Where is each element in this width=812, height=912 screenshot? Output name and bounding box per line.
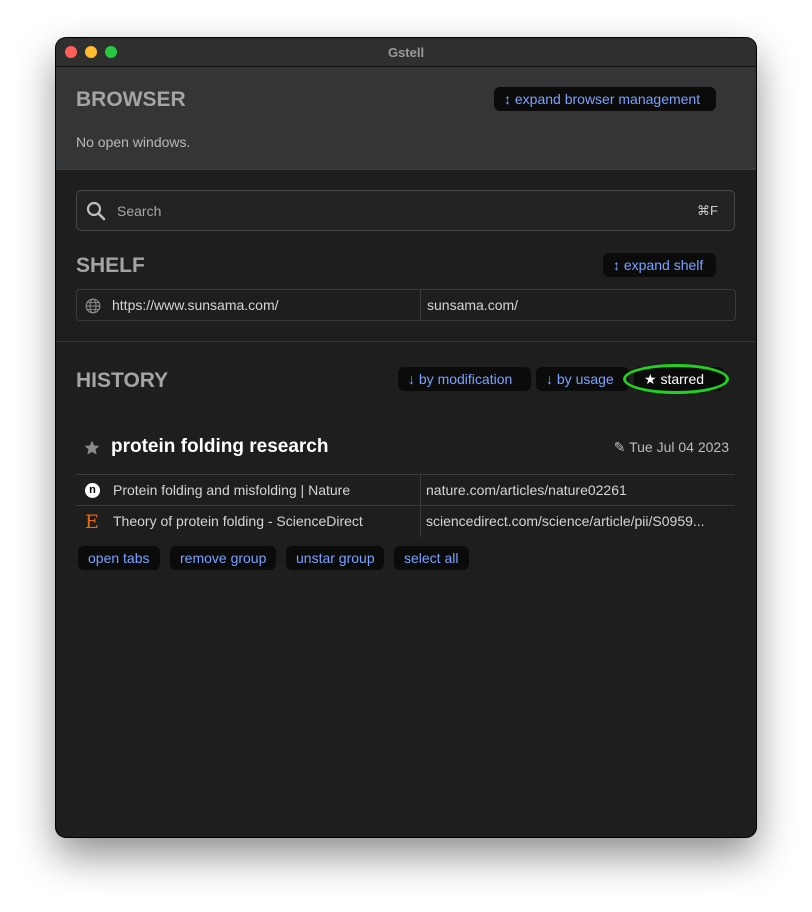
column-divider <box>420 506 421 537</box>
expand-browser-management-button[interactable]: ↕ expand browser management <box>494 87 716 111</box>
sort-by-usage-button[interactable]: ↓ by usage <box>536 367 629 391</box>
shelf-row[interactable]: https://www.sunsama.com/ sunsama.com/ <box>77 290 735 321</box>
search-icon <box>86 201 106 221</box>
search-shortcut: ⌘F <box>697 203 718 218</box>
tab-title: Protein folding and misfolding | Nature <box>113 482 351 498</box>
search-input[interactable] <box>115 202 679 220</box>
group-tabs-table: n Protein folding and misfolding | Natur… <box>76 474 735 537</box>
open-tabs-button[interactable]: open tabs <box>78 546 160 570</box>
browser-title: BROWSER <box>76 88 186 111</box>
sort-by-modification-button[interactable]: ↓ by modification <box>398 367 531 391</box>
elsevier-favicon: E <box>85 511 99 533</box>
tab-url: sciencedirect.com/science/article/pii/S0… <box>426 513 705 529</box>
remove-group-button[interactable]: remove group <box>170 546 276 570</box>
search-bar[interactable]: ⌘F <box>76 190 735 231</box>
window-title: Gstell <box>387 45 425 60</box>
shelf-table: https://www.sunsama.com/ sunsama.com/ <box>76 289 736 321</box>
tab-row[interactable]: E Theory of protein folding - ScienceDir… <box>76 506 735 537</box>
nature-favicon: n <box>85 483 100 498</box>
unstar-group-button[interactable]: unstar group <box>286 546 384 570</box>
starred-filter-button[interactable]: ★ starred <box>634 367 724 391</box>
browser-section: BROWSER ↕ expand browser management No o… <box>56 67 756 170</box>
star-icon[interactable] <box>83 439 101 457</box>
shelf-item-url: https://www.sunsama.com/ <box>112 297 279 313</box>
shelf-item-domain: sunsama.com/ <box>427 297 519 313</box>
title-bar: Gstell <box>56 38 756 67</box>
app-window: Gstell BROWSER ↕ expand browser manageme… <box>56 38 756 837</box>
history-title: HISTORY <box>76 369 169 392</box>
tab-title: Theory of protein folding - ScienceDirec… <box>113 513 363 529</box>
column-divider <box>420 475 421 505</box>
group-modified-date: ✎ Tue Jul 04 2023 <box>613 439 729 455</box>
no-open-windows-text: No open windows. <box>76 134 191 150</box>
expand-shelf-button[interactable]: ↕ expand shelf <box>603 253 716 277</box>
section-divider <box>56 341 756 342</box>
tab-row[interactable]: n Protein folding and misfolding | Natur… <box>76 475 735 506</box>
column-divider <box>420 290 421 321</box>
group-title[interactable]: protein folding research <box>111 436 328 458</box>
tab-url: nature.com/articles/nature02261 <box>426 482 627 498</box>
shelf-title: SHELF <box>76 254 145 277</box>
globe-icon <box>85 298 101 314</box>
select-all-button[interactable]: select all <box>394 546 469 570</box>
